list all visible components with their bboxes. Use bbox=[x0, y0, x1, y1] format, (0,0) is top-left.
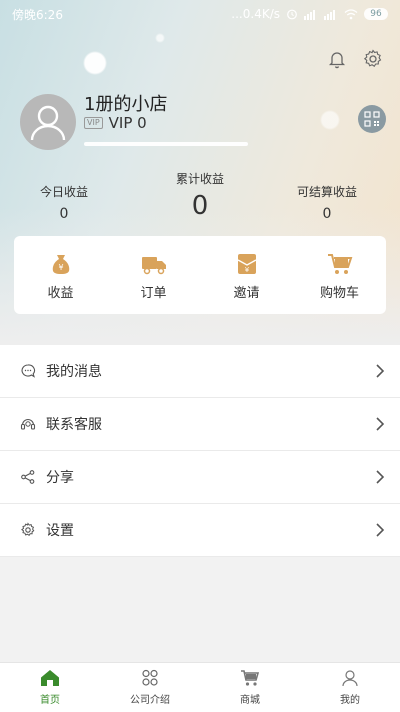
status-bar: 傍晚6:26 ...0.4K/s 96 bbox=[0, 0, 400, 28]
tab-mall-label: 商城 bbox=[240, 695, 260, 706]
qr-code-button[interactable] bbox=[358, 105, 386, 133]
stat-settle: 可结算收益 0 bbox=[282, 183, 372, 222]
svg-text:¥: ¥ bbox=[244, 266, 249, 274]
battery-level: 96 bbox=[364, 8, 388, 20]
tab-company-intro-label: 公司介绍 bbox=[130, 695, 170, 706]
tab-mine-label: 我的 bbox=[340, 695, 360, 706]
quick-action-invite-label: 邀请 bbox=[233, 286, 260, 301]
bell-icon[interactable] bbox=[326, 48, 348, 70]
tab-mine[interactable]: 我的 bbox=[300, 663, 400, 712]
shop-name: 1册的小店 bbox=[84, 94, 168, 115]
chevron-right-icon bbox=[376, 470, 385, 484]
headset-icon bbox=[20, 419, 36, 430]
gear-icon bbox=[21, 522, 35, 536]
truck-icon bbox=[141, 257, 166, 275]
chevron-right-icon bbox=[376, 417, 385, 431]
chevron-right-icon bbox=[376, 364, 385, 378]
cart-icon bbox=[241, 670, 260, 686]
vip-badge: VIP bbox=[84, 117, 103, 129]
quick-actions: ¥ 收益 订单 ¥ 邀请 购物车 bbox=[14, 236, 386, 314]
vip-level: VIP 0 bbox=[108, 114, 147, 132]
signal-icon bbox=[304, 10, 315, 20]
stat-total-value: 0 bbox=[191, 191, 209, 221]
stat-total: 累计收益 0 bbox=[160, 170, 240, 221]
vip-row: VIP VIP 0 bbox=[84, 114, 147, 132]
message-icon bbox=[21, 364, 36, 378]
grid-icon bbox=[142, 669, 158, 686]
menu-item-settings[interactable]: 设置 bbox=[0, 504, 400, 557]
qr-code-icon bbox=[364, 111, 380, 127]
menu-item-share[interactable]: 分享 bbox=[0, 451, 400, 504]
bottom-tab-bar: 首页 公司介绍 商城 我的 bbox=[0, 662, 400, 712]
stat-today: 今日收益 0 bbox=[24, 183, 104, 222]
gear-icon[interactable] bbox=[362, 48, 384, 70]
signal-icon-2 bbox=[324, 10, 335, 20]
menu-item-messages[interactable]: 我的消息 bbox=[0, 345, 400, 398]
quick-action-earnings[interactable]: ¥ 收益 bbox=[14, 236, 107, 314]
menu-item-customer-service-label: 联系客服 bbox=[46, 417, 102, 433]
money-bag-icon: ¥ bbox=[52, 255, 69, 274]
share-icon bbox=[21, 470, 35, 484]
menu-item-settings-label: 设置 bbox=[46, 523, 74, 539]
quick-action-cart[interactable]: 购物车 bbox=[293, 236, 386, 314]
vip-progress-bar bbox=[84, 142, 248, 146]
menu-item-share-label: 分享 bbox=[46, 470, 74, 486]
quick-action-cart-label: 购物车 bbox=[319, 286, 359, 301]
invite-envelope-icon: ¥ bbox=[237, 254, 256, 274]
avatar[interactable] bbox=[20, 94, 76, 150]
status-time: 傍晚6:26 bbox=[12, 7, 63, 22]
stat-today-value: 0 bbox=[59, 206, 69, 222]
stat-settle-value: 0 bbox=[322, 206, 332, 222]
chevron-right-icon bbox=[376, 523, 385, 537]
cart-icon bbox=[327, 254, 352, 274]
network-speed: ...0.4K/s bbox=[231, 7, 280, 21]
quick-action-orders[interactable]: 订单 bbox=[107, 236, 200, 314]
svg-text:¥: ¥ bbox=[58, 263, 63, 272]
person-icon bbox=[342, 670, 358, 687]
quick-action-invite[interactable]: ¥ 邀请 bbox=[200, 236, 293, 314]
quick-action-orders-label: 订单 bbox=[140, 286, 167, 301]
tab-company-intro[interactable]: 公司介绍 bbox=[100, 663, 200, 712]
wifi-icon bbox=[344, 9, 358, 20]
tab-home-label: 首页 bbox=[40, 695, 60, 706]
stat-settle-label: 可结算收益 bbox=[296, 185, 357, 199]
alarm-icon bbox=[287, 9, 297, 20]
tab-home[interactable]: 首页 bbox=[0, 663, 100, 712]
home-icon bbox=[41, 670, 59, 686]
menu-list: 我的消息 联系客服 分享 设置 bbox=[0, 345, 400, 557]
tab-mall[interactable]: 商城 bbox=[200, 663, 300, 712]
menu-item-customer-service[interactable]: 联系客服 bbox=[0, 398, 400, 451]
quick-action-earnings-label: 收益 bbox=[47, 286, 74, 301]
menu-item-messages-label: 我的消息 bbox=[46, 364, 102, 380]
stat-today-label: 今日收益 bbox=[39, 185, 88, 199]
person-icon bbox=[30, 105, 66, 141]
stat-total-label: 累计收益 bbox=[175, 172, 224, 186]
